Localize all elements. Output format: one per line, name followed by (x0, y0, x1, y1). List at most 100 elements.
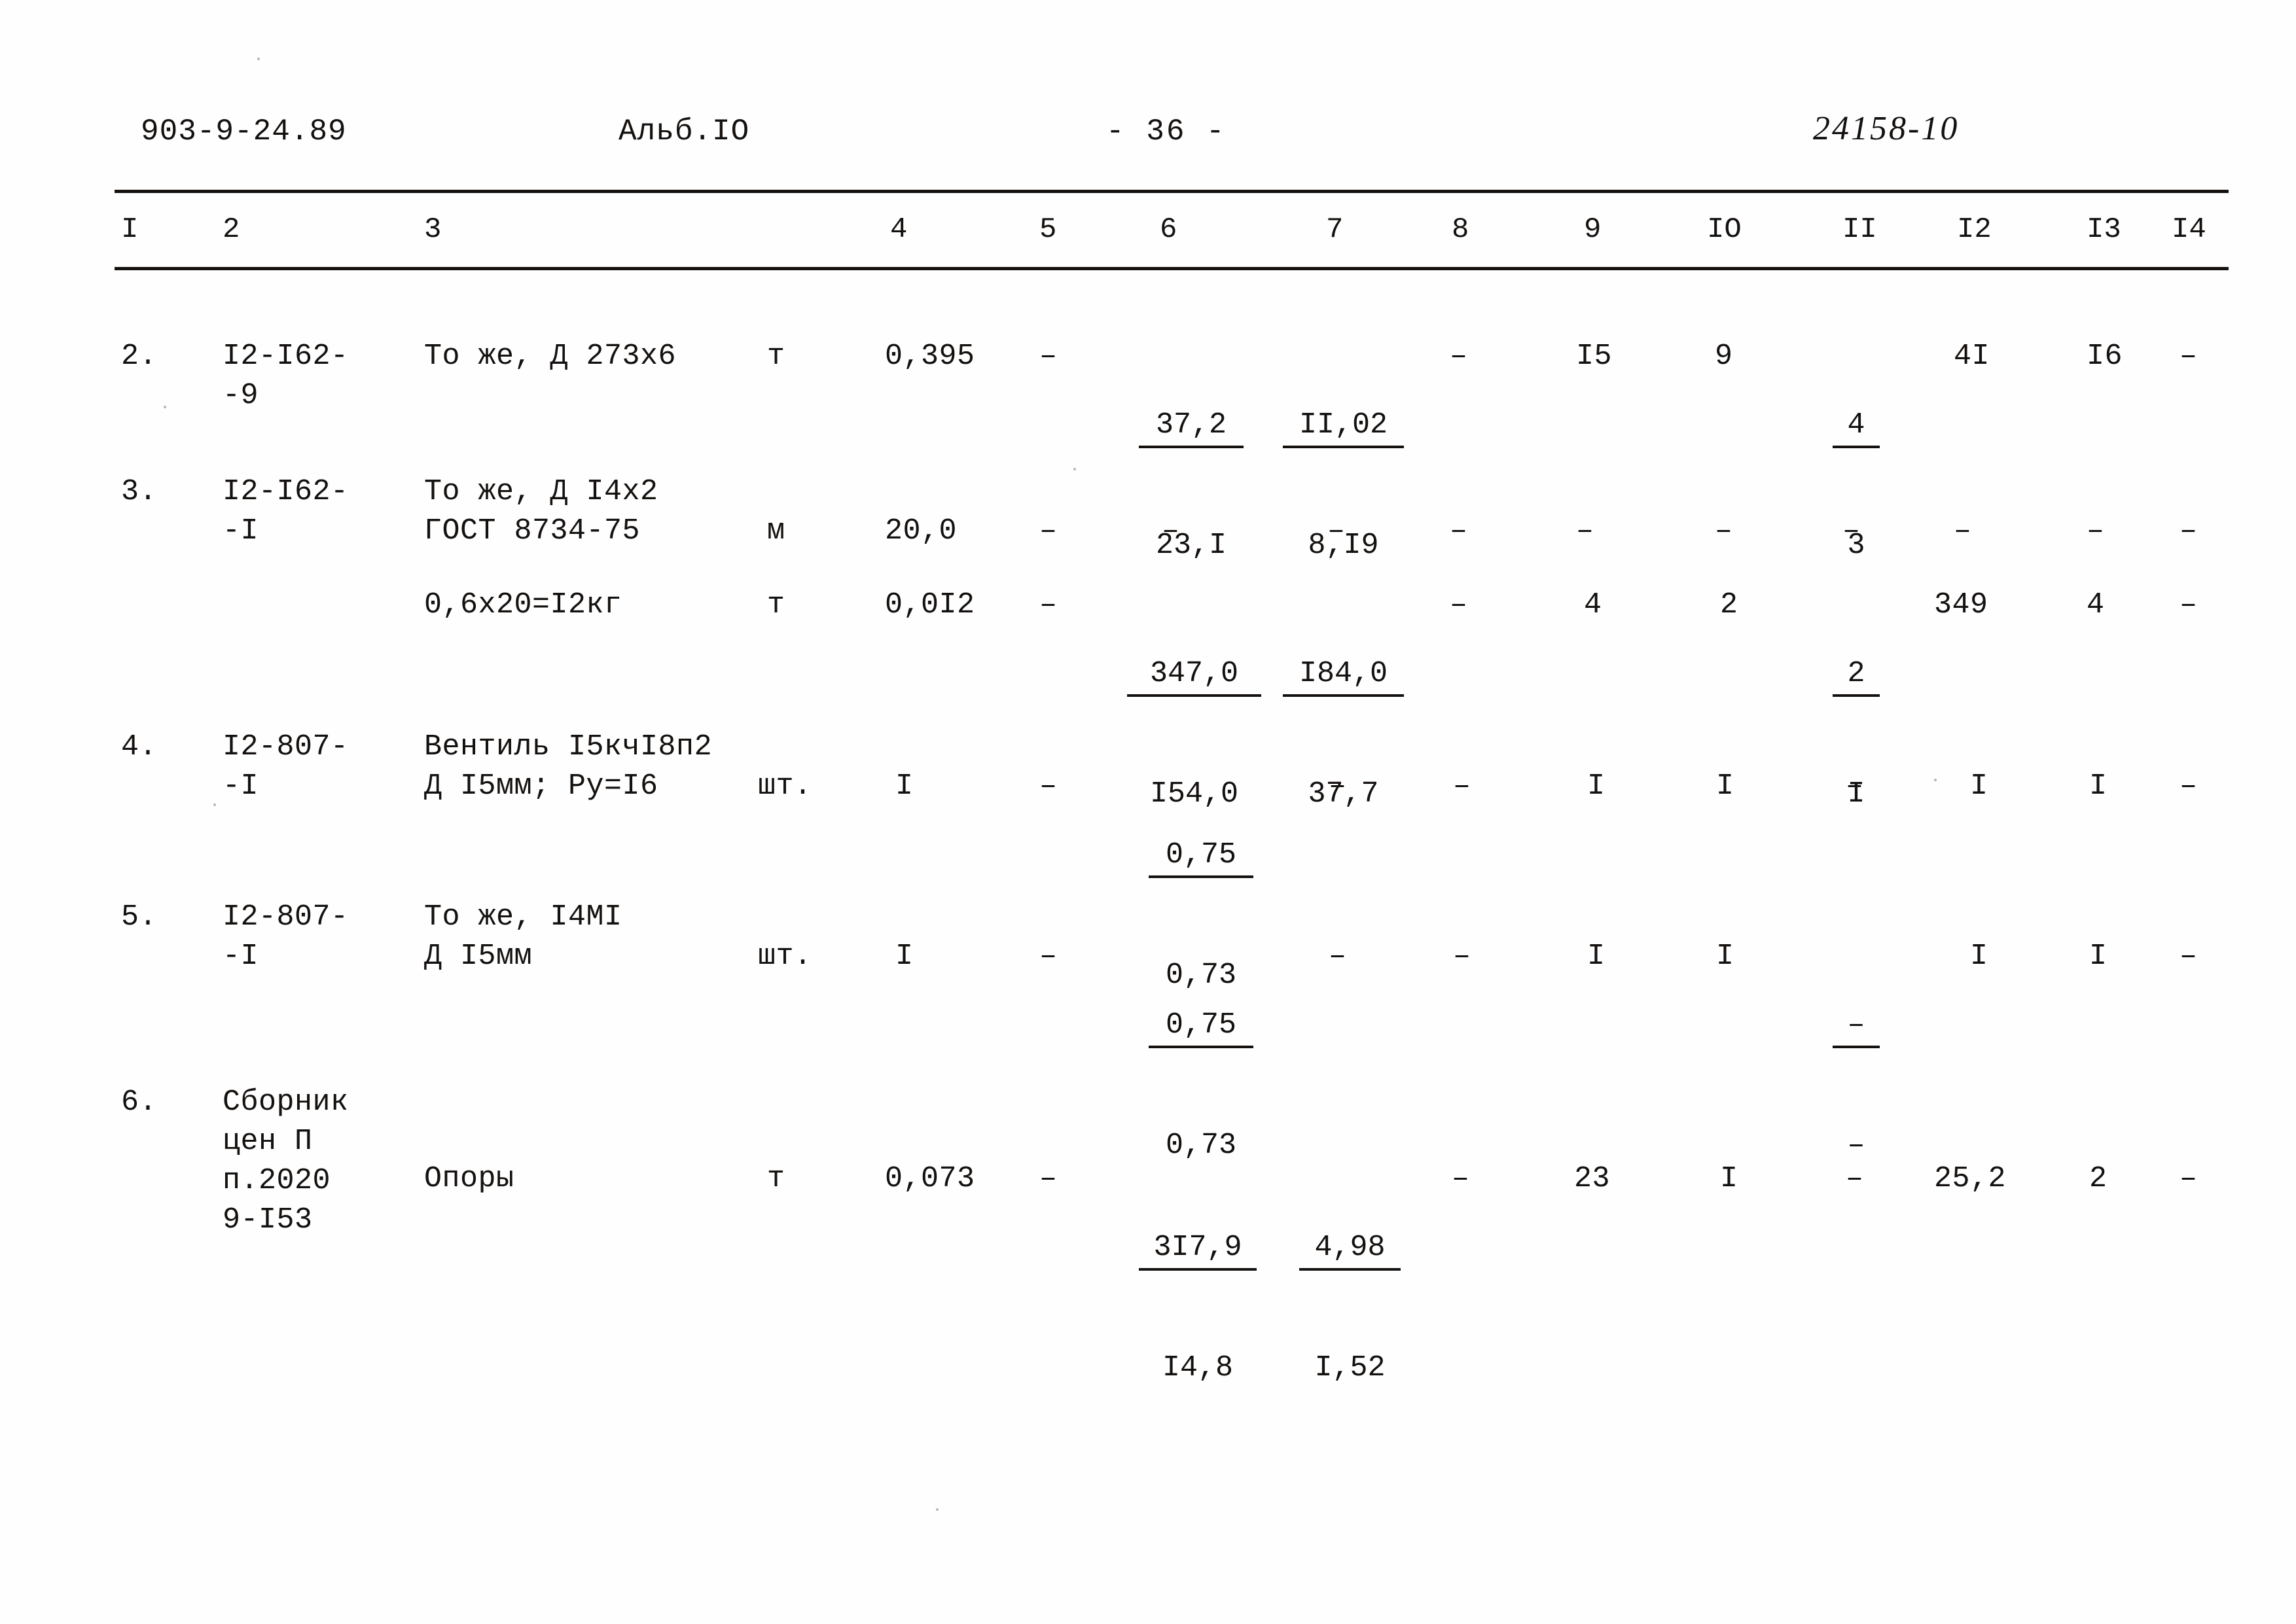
row-col7: – (1327, 514, 1346, 548)
column-header-14: I4 (2172, 213, 2206, 246)
row-sub-col6-numerator: 347,0 (1127, 655, 1261, 697)
row-col4: I (895, 940, 914, 973)
column-header-13: I3 (2087, 213, 2121, 246)
row-col5: – (1039, 1162, 1058, 1195)
row-col11: – (1842, 514, 1861, 548)
row-col9: I (1587, 769, 1605, 803)
row-col8: – (1453, 940, 1471, 973)
row-code: Сборник цен П п.2020 9-I53 (223, 1086, 349, 1237)
row-col5: – (1039, 769, 1058, 803)
row-col10: I (1716, 940, 1734, 973)
column-header-5: 5 (1039, 213, 1057, 246)
row-sub-col8: – (1450, 588, 1468, 622)
row-name: Вентиль I5кчI8п2 Д I5мм; Ру=I6 (424, 730, 713, 803)
row-col11: – (1846, 1162, 1864, 1195)
row-code: I2-807- -I (223, 900, 349, 973)
row-col12: I (1970, 940, 1988, 973)
row-col6-fraction: 3I7,9 I4,8 (1139, 1153, 1257, 1463)
row-sub-col7-numerator: I84,0 (1283, 655, 1404, 697)
row-col6-numerator: 0,75 (1149, 1006, 1253, 1048)
row-col9: 23 (1574, 1162, 1611, 1195)
row-col13: I6 (2087, 340, 2123, 373)
page-header: 903-9-24.89 Альб.IО - 36 - 24158-10 (0, 110, 2296, 160)
archive-stamp: 24158-10 (1813, 110, 1960, 147)
row-col7-numerator: 4,98 (1299, 1229, 1401, 1271)
scan-speck (164, 406, 166, 408)
column-header-6: 6 (1160, 213, 1177, 246)
row-col9: I5 (1576, 340, 1613, 373)
column-header-10: IO (1707, 213, 1742, 246)
row-sub-col7-fraction: I84,0 37,7 (1283, 579, 1404, 889)
document-code: 903-9-24.89 (141, 115, 347, 149)
scan-speck (936, 1508, 939, 1511)
row-col10: I (1720, 1162, 1738, 1195)
row-col14: – (2179, 1162, 2198, 1195)
album-label: Альб.IО (619, 115, 750, 149)
page-number-marker: - 36 - (1106, 115, 1227, 149)
row-name: Опоры (424, 1162, 514, 1195)
row-col13: 2 (2089, 1162, 2108, 1195)
row-col7-fraction: 4,98 I,52 (1299, 1153, 1401, 1463)
row-col12: – (1954, 514, 1972, 548)
row-sub-col10: 2 (1720, 588, 1738, 622)
row-unit: м (767, 514, 785, 548)
row-number: 4. (121, 730, 158, 764)
row-sub-col4: 0,0I2 (885, 588, 975, 622)
row-col8: – (1450, 340, 1468, 373)
row-code: I2-I62- -I (223, 475, 349, 548)
column-header-1: I (121, 213, 139, 246)
scan-speck (213, 803, 216, 806)
row-name: То же, Д I4х2 ГОСТ 8734-75 (424, 475, 658, 548)
row-col10: – (1715, 514, 1733, 548)
row-col5: – (1039, 340, 1058, 373)
row-number: 2. (121, 340, 158, 373)
row-name: То же, Д 273х6 (424, 340, 677, 373)
table-rule-top (115, 190, 2229, 193)
row-col6: – (1162, 514, 1180, 548)
table-rule-bottom (115, 267, 2229, 270)
row-sub-col11-fraction: 2 I (1833, 579, 1880, 889)
row-sub-name: 0,6х20=I2кг (424, 588, 622, 622)
column-header-4: 4 (890, 213, 908, 246)
row-unit: шт. (758, 769, 812, 803)
row-sub-col12: 349 (1934, 588, 1988, 622)
column-header-7: 7 (1326, 213, 1344, 246)
row-col4: 20,0 (885, 514, 958, 548)
row-col7-numerator: II,02 (1283, 406, 1404, 448)
row-number: 5. (121, 900, 158, 934)
scan-speck (257, 58, 260, 60)
row-col4: I (895, 769, 914, 803)
row-col9: I (1587, 940, 1605, 973)
row-code: I2-807- -I (223, 730, 349, 803)
row-col11-numerator: – (1833, 1006, 1880, 1048)
column-header-3: 3 (424, 213, 442, 246)
row-col12: 25,2 (1934, 1162, 2007, 1195)
scan-speck (1934, 779, 1937, 781)
row-col8: – (1450, 514, 1468, 548)
row-col13: – (2087, 514, 2105, 548)
row-number: 6. (121, 1086, 158, 1119)
column-header-12: I2 (1957, 213, 1992, 246)
row-col6-denominator: I4,8 (1162, 1351, 1234, 1385)
row-col8: – (1453, 769, 1471, 803)
row-name: То же, I4MI Д I5мм (424, 900, 622, 973)
row-col9: – (1576, 514, 1594, 548)
row-col4: 0,395 (885, 340, 975, 373)
row-col6-numerator: 37,2 (1139, 406, 1244, 448)
column-header-2: 2 (223, 213, 240, 246)
row-col7-denominator: I,52 (1314, 1351, 1386, 1385)
row-col11-denominator: – (1847, 1129, 1865, 1162)
row-col5: – (1039, 514, 1058, 548)
row-col13: I (2089, 940, 2108, 973)
row-col11: – (1846, 769, 1864, 803)
row-col6-numerator: 0,75 (1149, 836, 1253, 878)
row-col12: 4I (1954, 340, 1990, 373)
row-sub-col11-numerator: 2 (1833, 655, 1880, 697)
row-col7: – (1329, 769, 1347, 803)
row-sub-col5: – (1039, 588, 1058, 622)
row-col14: – (2179, 514, 2198, 548)
row-unit: т (767, 340, 785, 373)
row-col6-numerator: 3I7,9 (1139, 1229, 1257, 1271)
row-sub-col13: 4 (2087, 588, 2105, 622)
row-sub-unit: т (767, 588, 785, 622)
